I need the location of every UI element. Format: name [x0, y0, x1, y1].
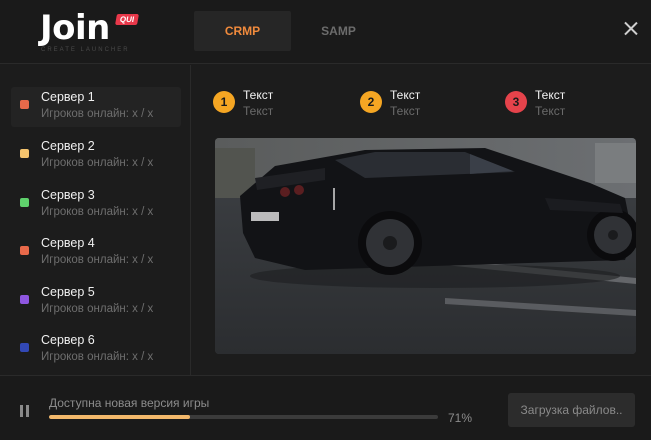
server-name: Сервер 1 [41, 90, 95, 104]
step-title: Текст [390, 88, 421, 102]
server-name: Сервер 3 [41, 188, 95, 202]
server-name: Сервер 2 [41, 139, 95, 153]
server-color-dot [20, 149, 29, 158]
tab-crmp[interactable]: CRMP [194, 11, 291, 51]
server-color-dot [20, 198, 29, 207]
step-title: Текст [243, 88, 274, 102]
logo-text: Join [40, 8, 110, 48]
logo: Join QUI CREATE LAUNCHER [40, 8, 150, 54]
server-online: Игроков онлайн: x / x [41, 351, 154, 363]
server-item-1[interactable]: Сервер 1 Игроков онлайн: x / x [11, 87, 181, 127]
server-name: Сервер 4 [41, 236, 95, 250]
download-button[interactable]: Загрузка файлов.. [508, 393, 635, 427]
step-number: 2 [360, 91, 382, 113]
steps: 1 Текст Текст 2 Текст Текст 3 Текст Текс… [213, 88, 643, 124]
update-status-text: Доступна новая версия игры [49, 396, 210, 410]
server-item-6[interactable]: Сервер 6 Игроков онлайн: x / x [11, 330, 181, 370]
server-online: Игроков онлайн: x / x [41, 157, 154, 169]
server-item-3[interactable]: Сервер 3 Игроков онлайн: x / x [11, 185, 181, 225]
step-number: 3 [505, 91, 527, 113]
server-online: Игроков онлайн: x / x [41, 254, 154, 266]
server-item-5[interactable]: Сервер 5 Игроков онлайн: x / x [11, 282, 181, 322]
step-1: 1 Текст Текст [213, 88, 353, 124]
server-online: Игроков онлайн: x / x [41, 108, 154, 120]
pause-icon[interactable] [19, 405, 31, 417]
server-name: Сервер 6 [41, 333, 95, 347]
header: Join QUI CREATE LAUNCHER CRMP SAMP [0, 0, 651, 64]
step-title: Текст [535, 88, 566, 102]
server-item-2[interactable]: Сервер 2 Игроков онлайн: x / x [11, 136, 181, 176]
server-color-dot [20, 100, 29, 109]
step-3: 3 Текст Текст [505, 88, 645, 124]
server-name: Сервер 5 [41, 285, 95, 299]
server-list: Сервер 1 Игроков онлайн: x / x Сервер 2 … [0, 65, 191, 375]
server-color-dot [20, 246, 29, 255]
launcher-window: Join QUI CREATE LAUNCHER CRMP SAMP Серве… [0, 0, 651, 440]
server-color-dot [20, 343, 29, 352]
tab-samp[interactable]: SAMP [290, 11, 387, 51]
footer: Доступна новая версия игры 71% Загрузка … [0, 375, 651, 440]
step-subtitle: Текст [535, 104, 566, 118]
progress-percent: 71% [448, 411, 473, 425]
progress-bar [49, 415, 438, 419]
server-online: Игроков онлайн: x / x [41, 303, 154, 315]
step-number: 1 [213, 91, 235, 113]
logo-tagline: CREATE LAUNCHER [41, 47, 130, 53]
close-icon[interactable] [621, 19, 641, 39]
server-online: Игроков онлайн: x / x [41, 206, 154, 218]
server-color-dot [20, 295, 29, 304]
progress-bar-fill [49, 415, 190, 419]
logo-badge: QUI [115, 14, 140, 25]
step-2: 2 Текст Текст [360, 88, 500, 124]
step-subtitle: Текст [243, 104, 274, 118]
step-subtitle: Текст [390, 104, 421, 118]
server-item-4[interactable]: Сервер 4 Игроков онлайн: x / x [11, 233, 181, 273]
news-image [215, 138, 636, 354]
